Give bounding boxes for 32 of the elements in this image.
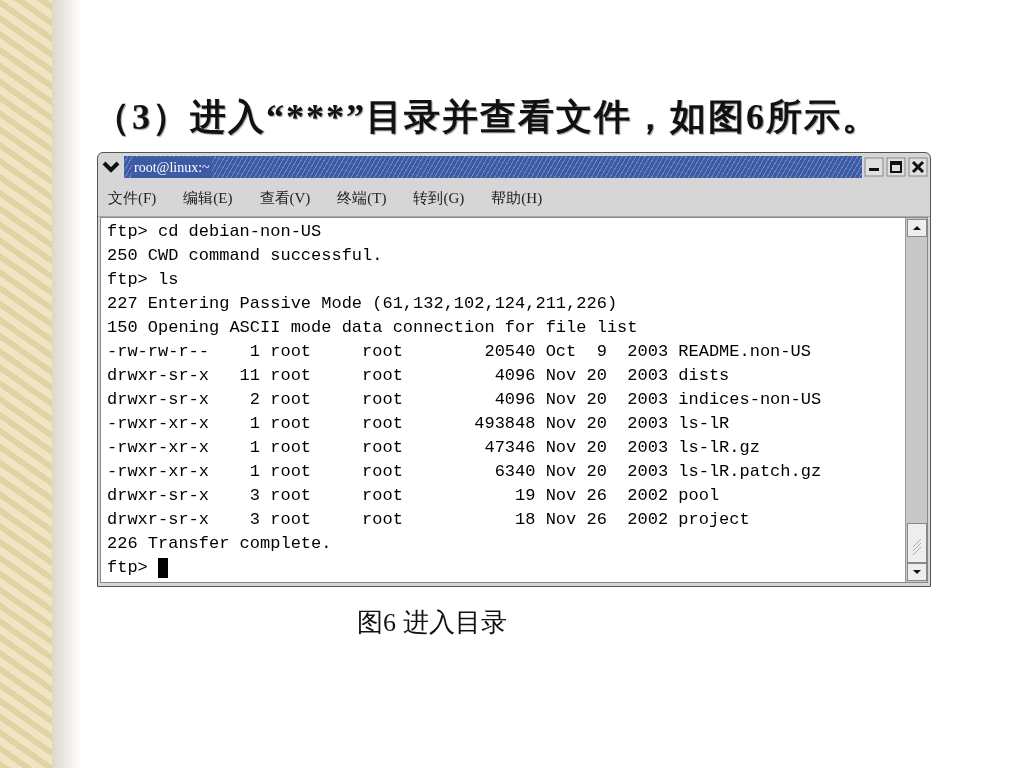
scroll-thumb-icon[interactable] (906, 523, 927, 563)
scroll-down-icon[interactable] (906, 563, 927, 581)
terminal-line: -rw-rw-r-- 1 root root 20540 Oct 9 2003 README.non-US (107, 341, 811, 363)
terminal-line: ftp> ls (107, 269, 179, 291)
menu-item[interactable]: 编辑(E) (183, 187, 233, 210)
figure-caption: 图6 进入目录 (357, 607, 507, 639)
terminal-line: -rwxr-xr-x 1 root root 47346 Nov 20 2003 ls-lR.gz (107, 437, 760, 459)
terminal-line: -rwxr-xr-x 1 root root 6340 Nov 20 2003 ls-lR.patch.gz (107, 461, 822, 483)
minimize-icon[interactable] (864, 157, 884, 177)
terminal-line: drwxr-sr-x 3 root root 18 Nov 26 2002 project (107, 509, 750, 531)
terminal-prompt: ftp> (107, 557, 148, 579)
close-icon[interactable] (908, 157, 928, 177)
terminal-line: -rwxr-xr-x 1 root root 493848 Nov 20 2003 ls-lR (107, 413, 730, 435)
menu-item[interactable]: 转到(G) (413, 187, 465, 210)
text-cursor (157, 558, 168, 578)
menu-item[interactable]: 帮助(H) (491, 187, 543, 210)
terminal-line: drwxr-sr-x 2 root root 4096 Nov 20 2003 indices-non-US (107, 389, 822, 411)
menu-item[interactable]: 查看(V) (259, 187, 311, 210)
terminal-line: 226 Transfer complete. (107, 533, 332, 555)
terminal-line: 250 CWD command successful. (107, 245, 383, 267)
terminal-line: ftp> cd debian-non-US (107, 221, 322, 243)
terminal-line: drwxr-sr-x 3 root root 19 Nov 26 2002 pool (107, 485, 720, 507)
terminal-line: 227 Entering Passive Mode (61,132,102,124,211,226) (107, 293, 618, 315)
menu-item[interactable]: 终端(T) (337, 187, 387, 210)
menu-item[interactable]: 文件(F) (108, 187, 157, 210)
scrollbar[interactable] (905, 218, 927, 582)
window-title: root@linux:~ (132, 156, 212, 178)
terminal-line: 150 Opening ASCII mode data connection for file list (107, 317, 638, 339)
terminal-line: drwxr-sr-x 11 root root 4096 Nov 20 2003 dists (107, 365, 730, 387)
maximize-icon[interactable] (886, 157, 906, 177)
scroll-up-icon[interactable] (906, 219, 927, 237)
slide-title: （3）进入“***”目录并查看文件，如图6所示。 (94, 96, 881, 139)
